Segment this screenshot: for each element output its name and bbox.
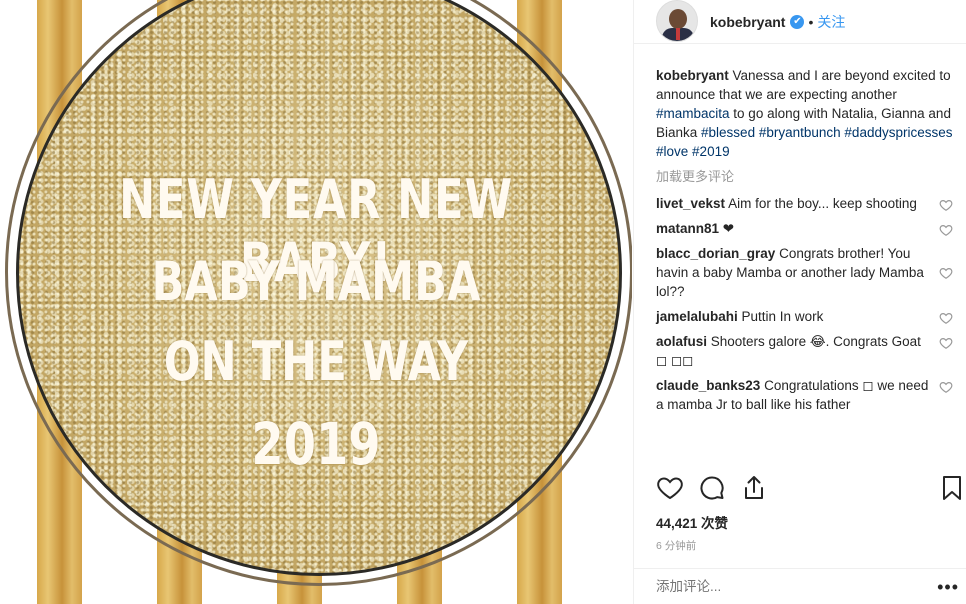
hashtag-link[interactable]: #bryantbunch [759, 125, 841, 140]
comment-username[interactable]: matann81 [656, 221, 719, 236]
heart-icon[interactable] [939, 223, 953, 237]
comment-username[interactable]: livet_vekst [656, 196, 725, 211]
image-line-2: BABY MAMBA [151, 250, 481, 313]
comments-section: kobebryant Vanessa and I are beyond exci… [656, 66, 961, 414]
heart-icon[interactable] [939, 311, 953, 325]
more-options-icon[interactable]: ••• [937, 577, 959, 598]
verified-badge-icon: ✔ [790, 14, 805, 29]
comment-item: claude_banks23 Congratulations ◻ we need… [656, 376, 961, 414]
comment-text: ❤ [719, 221, 735, 236]
comment-icon[interactable] [698, 474, 726, 502]
hashtag-link[interactable]: #love [656, 144, 688, 159]
hashtag-link[interactable]: #2019 [692, 144, 730, 159]
comment-username[interactable]: claude_banks23 [656, 378, 760, 393]
hashtag-link[interactable]: #daddyspricesses [844, 125, 952, 140]
bookmark-icon[interactable] [938, 474, 966, 502]
heart-icon[interactable] [939, 266, 953, 280]
comment-item: jamelalubahi Puttin In work [656, 307, 961, 326]
header-username[interactable]: kobebryant [710, 14, 785, 30]
post-image-text: NEW YEAR NEW BABY! BABY MAMBA ON THE WAY… [0, 0, 632, 604]
heart-icon[interactable] [939, 198, 953, 212]
comment-item: matann81 ❤ [656, 219, 961, 238]
share-icon[interactable] [740, 474, 768, 502]
post-image[interactable]: NEW YEAR NEW BABY! BABY MAMBA ON THE WAY… [0, 0, 632, 604]
hashtag-link[interactable]: #blessed [701, 125, 755, 140]
heart-icon[interactable] [939, 336, 953, 350]
heart-icon[interactable] [939, 380, 953, 394]
post-timestamp: 6 分钟前 [656, 540, 697, 552]
image-line-4: 2019 [251, 410, 381, 478]
avatar[interactable] [656, 0, 698, 42]
load-more-comments-link[interactable]: 加载更多评论 [656, 167, 961, 186]
comment-username[interactable]: aolafusi [656, 334, 707, 349]
post-side-panel: kobebryant ✔ • 关注 kobebryant Vanessa and… [633, 0, 966, 604]
comment-item: blacc_dorian_gray Congrats brother! You … [656, 244, 961, 301]
comment-item: livet_vekst Aim for the boy... keep shoo… [656, 194, 961, 213]
post-caption: kobebryant Vanessa and I are beyond exci… [656, 68, 953, 159]
comment-text: Puttin In work [737, 309, 824, 324]
comment-username[interactable]: blacc_dorian_gray [656, 246, 775, 261]
add-comment-bar: ••• [634, 568, 966, 604]
caption-username[interactable]: kobebryant [656, 68, 729, 83]
add-comment-input[interactable] [656, 579, 926, 594]
comment-username[interactable]: jamelalubahi [656, 309, 738, 324]
action-bar [656, 474, 961, 506]
post-header: kobebryant ✔ • 关注 [634, 0, 966, 44]
heart-icon[interactable] [656, 474, 684, 502]
image-line-3: ON THE WAY [163, 330, 469, 393]
comment-item: aolafusi Shooters galore 😂. Congrats Goa… [656, 332, 961, 370]
likes-count[interactable]: 44,421 次赞 [656, 512, 728, 532]
follow-button[interactable]: 关注 [817, 12, 845, 32]
comment-text: Aim for the boy... keep shooting [725, 196, 917, 211]
separator-dot: • [808, 13, 814, 30]
hashtag-link[interactable]: #mambacita [656, 106, 730, 121]
